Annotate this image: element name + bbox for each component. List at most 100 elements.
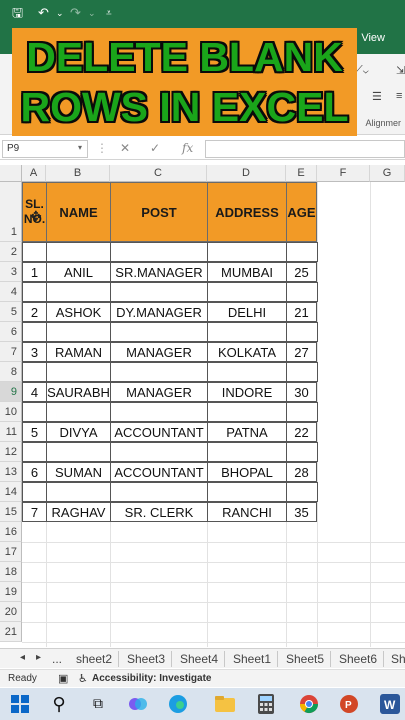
insert-function-icon[interactable]: fx (182, 141, 193, 155)
cell-age[interactable]: 22 (286, 422, 317, 442)
task-view-icon[interactable]: ⧉ (86, 692, 110, 716)
row-header-17[interactable]: 17 (0, 542, 22, 562)
header-age[interactable]: AGE (286, 182, 317, 242)
cell-post[interactable]: MANAGER (110, 382, 208, 402)
row-header-14[interactable]: 14 (0, 482, 22, 502)
cell-post[interactable]: DY.MANAGER (110, 302, 208, 322)
cell-slno[interactable]: 4 (22, 382, 47, 402)
sheet-tab-sheet6[interactable]: Sheet6 (333, 651, 385, 667)
sheet-prev-icon[interactable]: ◂ (20, 652, 25, 663)
cell-slno[interactable]: 5 (22, 422, 47, 442)
column-header-g[interactable]: G (370, 165, 405, 182)
cell-address[interactable]: INDORE (207, 382, 287, 402)
formula-input[interactable] (205, 140, 405, 158)
row-header-3[interactable]: 3 (0, 262, 22, 282)
cancel-icon[interactable]: ✕ (120, 141, 130, 155)
cell-age[interactable]: 25 (286, 262, 317, 282)
file-explorer-icon[interactable] (213, 692, 237, 716)
header-name[interactable]: NAME (46, 182, 111, 242)
blank-row[interactable] (22, 282, 318, 302)
namebox-dropdown-icon[interactable]: ▾ (78, 143, 82, 152)
sheet-tab-overflow[interactable]: Sh (385, 651, 405, 667)
undo-dropdown-icon[interactable]: ⌄ (56, 4, 64, 24)
cell-name[interactable]: SUMAN (46, 462, 111, 482)
cell-name[interactable]: ASHOK (46, 302, 111, 322)
cell-post[interactable]: ACCOUNTANT (110, 462, 208, 482)
orientation-icon[interactable]: ⟋⌄ (355, 64, 369, 77)
row-header-13[interactable]: 13 (0, 462, 22, 482)
row-header-15[interactable]: 15 (0, 502, 22, 522)
undo-icon[interactable]: ↶ (38, 4, 49, 24)
row-header-9[interactable]: 9 (0, 382, 22, 402)
blank-row[interactable] (22, 482, 318, 502)
sheet-tab-sheet4[interactable]: Sheet4 (174, 651, 226, 667)
column-header-d[interactable]: D (207, 165, 286, 182)
column-header-a[interactable]: A (22, 165, 46, 182)
cell-slno[interactable]: 1 (22, 262, 47, 282)
cell-address[interactable]: DELHI (207, 302, 287, 322)
cell-post[interactable]: MANAGER (110, 342, 208, 362)
cell-address[interactable]: RANCHI (207, 502, 287, 522)
row-header-10[interactable]: 10 (0, 402, 22, 422)
cell-name[interactable]: RAGHAV (46, 502, 111, 522)
cell-name[interactable]: RAMAN (46, 342, 111, 362)
windows-start-icon[interactable] (8, 692, 32, 716)
row-header-4[interactable]: 4 (0, 282, 22, 302)
wrap-text-icon[interactable]: ⇲ (396, 64, 405, 77)
cell-name[interactable]: DIVYA (46, 422, 111, 442)
select-all-corner[interactable] (0, 165, 22, 182)
macro-record-icon[interactable]: ▣ (58, 672, 68, 685)
header-address[interactable]: ADDRESS (207, 182, 287, 242)
row-header-12[interactable]: 12 (0, 442, 22, 462)
column-header-e[interactable]: E (286, 165, 317, 182)
powerpoint-icon[interactable]: P (337, 692, 361, 716)
row-header-11[interactable]: 11 (0, 422, 22, 442)
row-header-6[interactable]: 6 (0, 322, 22, 342)
accessibility-icon[interactable]: ♿ (78, 672, 88, 685)
cell-slno[interactable]: 2 (22, 302, 47, 322)
chrome-icon[interactable] (297, 692, 321, 716)
cell-post[interactable]: ACCOUNTANT (110, 422, 208, 442)
row-header-19[interactable]: 19 (0, 582, 22, 602)
row-header-18[interactable]: 18 (0, 562, 22, 582)
blank-row[interactable] (22, 322, 318, 342)
copilot-icon[interactable] (126, 692, 150, 716)
cell-name[interactable]: ANIL (46, 262, 111, 282)
blank-row[interactable] (22, 362, 318, 382)
cell-address[interactable]: PATNA (207, 422, 287, 442)
sheet-tab-sheet5[interactable]: Sheet5 (280, 651, 332, 667)
row-header-21[interactable]: 21 (0, 622, 22, 642)
cell-age[interactable]: 30 (286, 382, 317, 402)
merge-center-icon[interactable]: ☰ (372, 90, 382, 103)
column-header-b[interactable]: B (46, 165, 110, 182)
blank-row[interactable] (22, 442, 318, 462)
sheet-tab-sheet2[interactable]: sheet2 (70, 651, 120, 667)
blank-row[interactable] (22, 402, 318, 422)
column-header-c[interactable]: C (110, 165, 207, 182)
customize-toolbar-icon[interactable]: ⩡ (106, 4, 112, 24)
row-header-2[interactable]: 2 (0, 242, 22, 262)
cell-address[interactable]: MUMBAI (207, 262, 287, 282)
row-header-20[interactable]: 20 (0, 602, 22, 622)
word-icon[interactable]: W (378, 692, 402, 716)
sheet-tab-sheet1[interactable]: Sheet1 (227, 651, 279, 667)
cell-slno[interactable]: 3 (22, 342, 47, 362)
cell-age[interactable]: 21 (286, 302, 317, 322)
name-box[interactable]: P9 (2, 140, 88, 158)
row-header-8[interactable]: 8 (0, 362, 22, 382)
cell-age[interactable]: 27 (286, 342, 317, 362)
sheet-overflow[interactable]: ... (46, 651, 68, 667)
row-header-16[interactable]: 16 (0, 522, 22, 542)
accessibility-status[interactable]: Accessibility: Investigate (92, 673, 212, 684)
row-header-7[interactable]: 7 (0, 342, 22, 362)
blank-row[interactable] (22, 242, 318, 262)
cell-address[interactable]: KOLKATA (207, 342, 287, 362)
cell-post[interactable]: SR. CLERK (110, 502, 208, 522)
edge-icon[interactable] (166, 692, 190, 716)
cell-slno[interactable]: 6 (22, 462, 47, 482)
cell-address[interactable]: BHOPAL (207, 462, 287, 482)
sheet-next-icon[interactable]: ▸ (36, 652, 41, 663)
sheet-tab-sheet3[interactable]: Sheet3 (121, 651, 173, 667)
calculator-icon[interactable] (254, 692, 278, 716)
tab-view[interactable]: View (361, 32, 385, 44)
